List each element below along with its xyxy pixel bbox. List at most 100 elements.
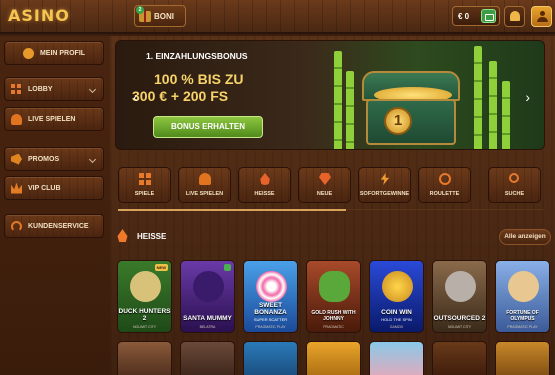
game-title: FORTUNE OF OLYMPUS — [506, 310, 539, 322]
game-provider: BELATRA — [199, 325, 216, 329]
sidebar-item-label: LIVE SPIELEN — [28, 115, 76, 123]
sidebar-item-label: VIP CLUB — [28, 184, 61, 192]
tab-label: LIVE SPIELEN — [185, 191, 224, 197]
game-provider: GAMZIX — [389, 325, 404, 329]
tab-spiele[interactable]: SPIELE — [118, 167, 171, 203]
sidebar-item-promos[interactable]: PROMOS — [4, 147, 104, 171]
game-tile[interactable]: SWEET BONANZA SUPER SCATTER PRAGMATIC PL… — [243, 260, 298, 333]
sidebar-item-label: KUNDENSERVICE — [28, 222, 89, 230]
game-provider: PRAGMATIC PLAY — [507, 325, 538, 329]
wallet-icon[interactable] — [481, 9, 496, 23]
game-artwork — [382, 271, 413, 302]
bolt-icon — [380, 173, 390, 185]
notifications-button[interactable] — [504, 6, 525, 27]
game-tile[interactable]: NEW DUCK HUNTERS 2 NOLIMIT CITY — [117, 260, 172, 333]
game-tile[interactable] — [243, 341, 298, 375]
tab-roulette[interactable]: ROULETTE — [418, 167, 471, 203]
tab-label: SUCHE — [504, 191, 525, 197]
account-button[interactable] — [531, 6, 552, 27]
tab-label: HEISSE — [254, 191, 275, 197]
game-artwork — [130, 271, 161, 302]
chevron-right-icon[interactable]: › — [525, 89, 530, 105]
live-dealer-icon — [199, 173, 211, 185]
banner-headline-2: 300 € + 200 FS — [132, 88, 229, 104]
game-subtitle: HOLD THE SPIN — [381, 317, 412, 322]
game-tile[interactable] — [495, 341, 550, 375]
balance-amount: € 0 — [458, 12, 470, 21]
tab-live-spielen[interactable]: LIVE SPIELEN — [178, 167, 231, 203]
game-artwork — [445, 271, 476, 302]
boni-label: BONI — [154, 11, 174, 21]
category-scroll-track — [346, 209, 545, 210]
flame-icon — [260, 173, 270, 185]
game-tile[interactable] — [117, 341, 172, 375]
promo-icon — [11, 153, 22, 165]
roulette-icon — [439, 173, 451, 185]
sidebar: MEIN PROFIL LOBBY LIVE SPIELEN PROMOS VI… — [0, 36, 110, 375]
crown-icon — [11, 182, 22, 194]
game-tile[interactable] — [306, 341, 361, 375]
new-badge: NEW — [154, 264, 168, 271]
banner-headline-1: 100 % BIS ZU — [154, 71, 244, 87]
game-artwork — [319, 271, 350, 302]
game-title: COIN WIN — [381, 309, 412, 316]
favorite-icon[interactable] — [224, 264, 231, 271]
tab-label: SPIELE — [134, 191, 155, 197]
game-tile[interactable]: COIN WIN HOLD THE SPIN GAMZIX — [369, 260, 424, 333]
user-icon — [537, 11, 548, 22]
tab-suche[interactable]: SUCHE — [488, 167, 541, 203]
game-tile[interactable]: SANTA MUMMY BELATRA — [180, 260, 235, 333]
chevron-left-icon[interactable]: ‹ — [133, 89, 138, 105]
casino-logo[interactable]: ASINO — [8, 6, 70, 25]
sidebar-item-label: MEIN PROFIL — [39, 49, 86, 57]
boni-button[interactable]: 2 BONI — [134, 5, 186, 27]
tab-label: NEUE — [316, 191, 333, 197]
sidebar-item-profile[interactable]: MEIN PROFIL — [4, 41, 104, 65]
game-provider: PRAGMATIC — [323, 325, 344, 329]
tab-heisse[interactable]: HEISSE — [238, 167, 291, 203]
top-bar: ASINO 2 BONI € 0 — [0, 0, 555, 34]
boni-count-badge: 2 — [136, 5, 144, 14]
game-tile[interactable]: FORTUNE OF OLYMPUS PRAGMATIC PLAY — [495, 260, 550, 333]
game-provider: NOLIMIT CITY — [132, 325, 157, 329]
sidebar-item-lobby[interactable]: LOBBY — [4, 77, 104, 101]
sidebar-item-live[interactable]: LIVE SPIELEN — [4, 107, 104, 131]
game-title: DUCK HUNTERS 2 — [118, 308, 171, 322]
game-artwork — [256, 271, 287, 302]
tab-sofortgewinne[interactable]: SOFORTGEWINNE — [358, 167, 411, 203]
game-provider: NOLIMIT CITY — [447, 325, 472, 329]
game-provider: PRAGMATIC PLAY — [255, 325, 286, 329]
tab-label: ROULETTE — [429, 191, 460, 197]
gem-icon — [319, 173, 331, 185]
game-tile[interactable] — [369, 341, 424, 375]
grid-icon — [139, 173, 151, 185]
game-tile[interactable]: OUTSOURCED 2 NOLIMIT CITY — [432, 260, 487, 333]
show-all-button[interactable]: Alle anzeigen — [499, 229, 551, 245]
section-title: HEISSE — [137, 232, 167, 241]
game-title: SWEET BONANZA — [254, 302, 287, 316]
tab-neue[interactable]: NEUE — [298, 167, 351, 203]
chevron-down-icon[interactable] — [88, 85, 97, 94]
game-subtitle: SUPER SCATTER — [253, 317, 288, 322]
chevron-down-icon[interactable] — [88, 155, 97, 164]
category-scroll-indicator[interactable] — [118, 209, 346, 211]
sidebar-item-support[interactable]: KUNDENSERVICE — [4, 214, 104, 238]
promo-banner[interactable]: 1 1. EINZAHLUNGSBONUS 100 % BIS ZU 300 €… — [115, 40, 545, 150]
search-icon — [509, 173, 519, 183]
game-title: OUTSOURCED 2 — [433, 315, 486, 322]
game-tile[interactable] — [432, 341, 487, 375]
game-tile[interactable]: GOLD RUSH WITH JOHNNY PRAGMATIC — [306, 260, 361, 333]
headset-icon — [11, 220, 22, 232]
game-tile[interactable] — [180, 341, 235, 375]
game-title: GOLD RUSH WITH JOHNNY — [311, 310, 356, 322]
tab-label: SOFORTGEWINNE — [359, 191, 410, 197]
sidebar-item-vip[interactable]: VIP CLUB — [4, 176, 104, 200]
user-icon — [22, 47, 34, 59]
sidebar-item-label: LOBBY — [28, 85, 53, 93]
grid-icon — [11, 83, 22, 95]
gift-icon: 2 — [136, 5, 151, 22]
get-bonus-button[interactable]: BONUS ERHALTEN — [153, 116, 263, 138]
balance-display[interactable]: € 0 — [452, 6, 500, 26]
game-artwork — [193, 271, 224, 302]
sidebar-item-label: PROMOS — [28, 155, 60, 163]
